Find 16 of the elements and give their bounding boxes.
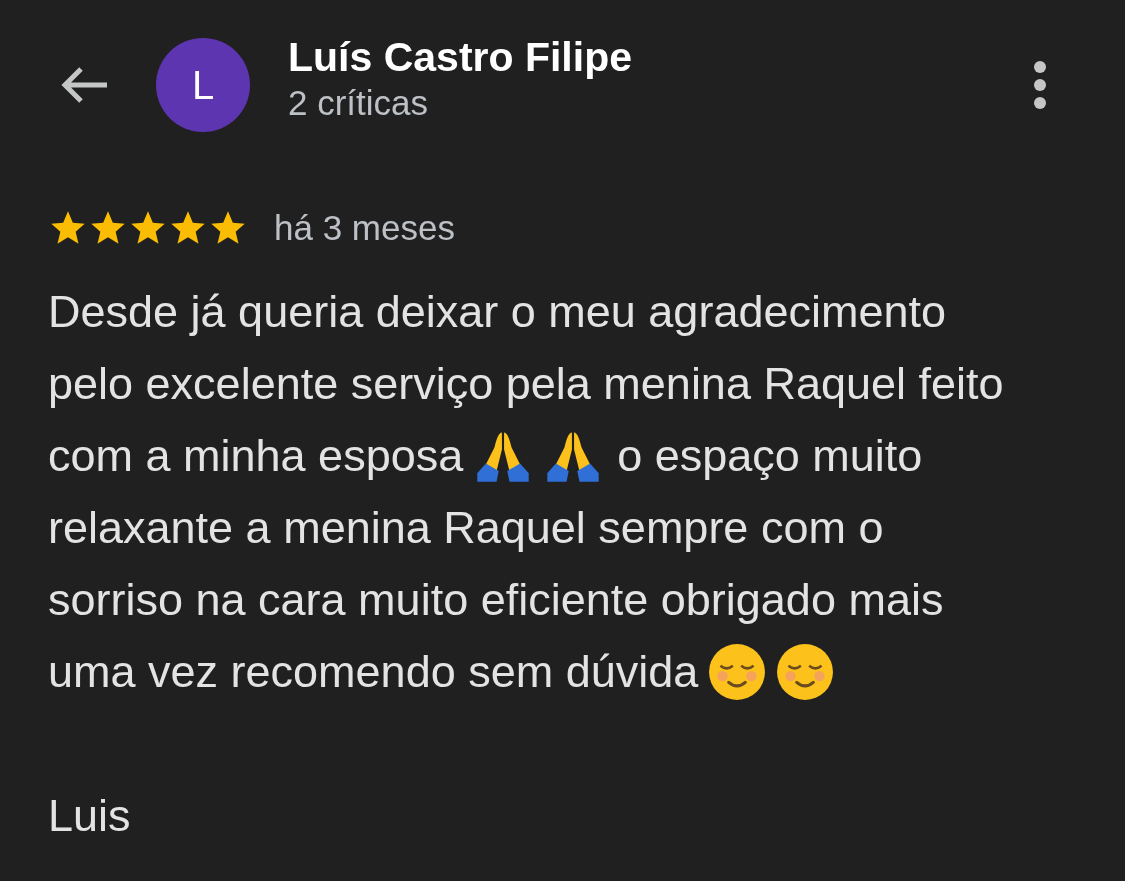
review-text: o espaço muito xyxy=(617,429,923,484)
review-text: sorriso na cara muito eficiente obrigado mais xyxy=(48,573,944,628)
review-text: Desde já queria deixar o meu agradecimento xyxy=(48,285,947,340)
smiling-face-icon xyxy=(776,643,835,701)
review-text: com a minha esposa xyxy=(48,429,464,484)
smiling-face-icon xyxy=(708,643,767,701)
reviewer-name: Luís Castro Filipe xyxy=(288,33,632,81)
review-count: 2 críticas xyxy=(288,82,430,124)
back-arrow-icon xyxy=(59,65,109,105)
review-text: relaxante a menina Raquel sempre com o xyxy=(48,501,884,556)
review-time: há 3 meses xyxy=(274,206,455,249)
avatar: L xyxy=(156,38,250,132)
review-text: uma vez recomendo sem dúvida xyxy=(48,645,699,700)
review-signature: Luis xyxy=(48,789,131,843)
review-text: pelo excelente serviço pela menina Raquel feito xyxy=(48,357,1004,412)
more-options-icon xyxy=(1033,60,1047,110)
